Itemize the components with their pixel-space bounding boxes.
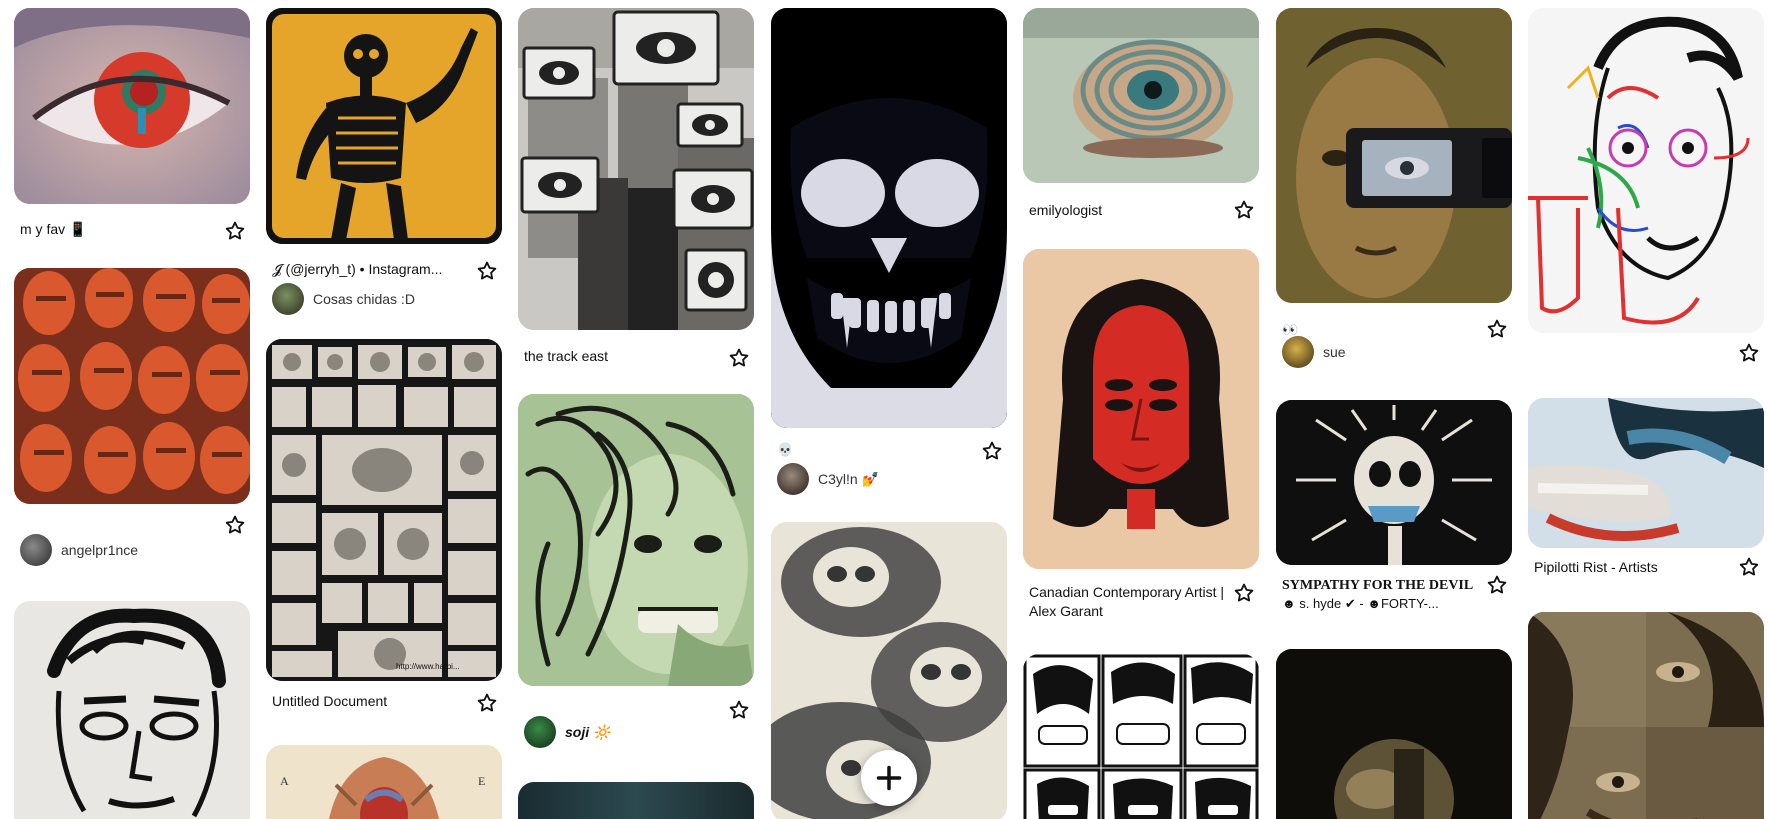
- pin-image[interactable]: A E: [266, 745, 502, 819]
- plus-icon: [875, 764, 903, 792]
- save-star-icon[interactable]: [1738, 342, 1760, 364]
- save-star-icon[interactable]: [1233, 582, 1255, 604]
- pin-subtitle: ☻ s. hyde ✔ - ☻FORTY-...: [1282, 596, 1439, 611]
- save-star-icon[interactable]: [728, 699, 750, 721]
- pin-card[interactable]: [14, 601, 250, 819]
- pin-author[interactable]: C3yl!n 💅: [777, 463, 879, 495]
- pin-image[interactable]: [1528, 8, 1764, 333]
- pin-image[interactable]: [14, 601, 250, 819]
- pin-author[interactable]: Cosas chidas :D: [272, 283, 415, 315]
- avatar: [777, 463, 809, 495]
- pin-author[interactable]: soji 🔆: [524, 716, 610, 748]
- save-star-icon[interactable]: [224, 514, 246, 536]
- avatar: [1282, 336, 1314, 368]
- pin-image[interactable]: [14, 8, 250, 204]
- pin-card[interactable]: emilyologist: [1023, 8, 1259, 221]
- pin-title: Untitled Document: [272, 693, 388, 709]
- save-star-icon[interactable]: [1233, 199, 1255, 221]
- pin-card[interactable]: [518, 782, 754, 819]
- pin-author[interactable]: angelpr1nce: [20, 534, 138, 566]
- pin-card[interactable]: http://www.harbi... Untitled Document: [266, 339, 502, 719]
- avatar: [524, 716, 556, 748]
- save-star-icon[interactable]: [981, 440, 1003, 462]
- pin-card[interactable]: [1023, 654, 1259, 819]
- pin-image[interactable]: [1276, 8, 1512, 303]
- pin-image[interactable]: [771, 8, 1007, 428]
- pin-card[interactable]: SYMPATHY FOR THE DEVIL ☻ s. hyde ✔ - ☻FO…: [1276, 400, 1512, 620]
- pin-card[interactable]: [1276, 649, 1512, 819]
- pin-card[interactable]: soji 🔆: [518, 394, 754, 754]
- author-name: Cosas chidas :D: [313, 291, 415, 307]
- save-star-icon[interactable]: [476, 692, 498, 714]
- pin-image[interactable]: http://www.harbi...: [266, 339, 502, 681]
- avatar: [20, 534, 52, 566]
- pin-card[interactable]: m y fav 📱: [14, 8, 250, 248]
- pin-card[interactable]: Canadian Contemporary Artist | Alex Gara…: [1023, 249, 1259, 619]
- save-star-icon[interactable]: [1738, 556, 1760, 578]
- save-star-icon[interactable]: [476, 260, 498, 282]
- save-star-icon[interactable]: [1486, 574, 1508, 596]
- pin-board: m y fav 📱 angelpr1nce 𝓙 (@jerryh_t) • In…: [0, 0, 1770, 819]
- save-star-icon[interactable]: [224, 220, 246, 242]
- pin-card[interactable]: 𝓙 (@jerryh_t) • Instagram... Cosas chida…: [266, 8, 502, 315]
- pin-title: Canadian Contemporary Artist | Alex Gara…: [1029, 584, 1225, 619]
- create-button[interactable]: [861, 750, 917, 806]
- image-watermark: http://www.harbi...: [396, 662, 460, 671]
- pin-image[interactable]: [14, 268, 250, 504]
- pin-card[interactable]: angelpr1nce: [14, 268, 250, 573]
- pin-title: 𝓙 (@jerryh_t) • Instagram...: [272, 261, 443, 277]
- pin-title: 💀: [777, 442, 794, 457]
- pin-card[interactable]: 👀 sue: [1276, 8, 1512, 368]
- avatar: [272, 283, 304, 315]
- pin-card[interactable]: the track east: [518, 8, 754, 368]
- pin-image[interactable]: [1528, 398, 1764, 548]
- image-letter: A: [280, 774, 289, 788]
- pin-title: the track east: [524, 348, 609, 364]
- pin-title: Pipilotti Rist - Artists: [1534, 559, 1658, 575]
- pin-card[interactable]: [1528, 8, 1764, 368]
- pin-title: SYMPATHY FOR THE DEVIL: [1282, 578, 1474, 593]
- pin-image[interactable]: [518, 8, 754, 330]
- pin-image[interactable]: [1276, 649, 1512, 819]
- pin-author[interactable]: sue: [1282, 336, 1346, 368]
- pin-card[interactable]: [1528, 612, 1764, 819]
- pin-card[interactable]: Pipilotti Rist - Artists: [1528, 398, 1764, 588]
- image-letter: E: [478, 774, 485, 788]
- author-name: angelpr1nce: [61, 542, 139, 558]
- pin-image[interactable]: [1023, 249, 1259, 569]
- pin-image[interactable]: [1276, 400, 1512, 565]
- author-name: sue: [1323, 344, 1346, 360]
- pin-image[interactable]: [518, 782, 754, 819]
- author-name: C3yl!n 💅: [818, 470, 880, 487]
- pin-card[interactable]: A E: [266, 745, 502, 819]
- save-star-icon[interactable]: [1486, 318, 1508, 340]
- pin-title: m y fav 📱: [20, 221, 87, 237]
- pin-image[interactable]: [518, 394, 754, 686]
- pin-image[interactable]: [1023, 8, 1259, 183]
- pin-card[interactable]: 💀 C3yl!n 💅: [771, 8, 1007, 508]
- pin-title: emilyologist: [1029, 202, 1103, 218]
- save-star-icon[interactable]: [728, 347, 750, 369]
- pin-image[interactable]: [1528, 612, 1764, 819]
- pin-image[interactable]: [266, 8, 502, 244]
- author-name: soji 🔆: [565, 723, 611, 740]
- pin-image[interactable]: [1023, 654, 1259, 819]
